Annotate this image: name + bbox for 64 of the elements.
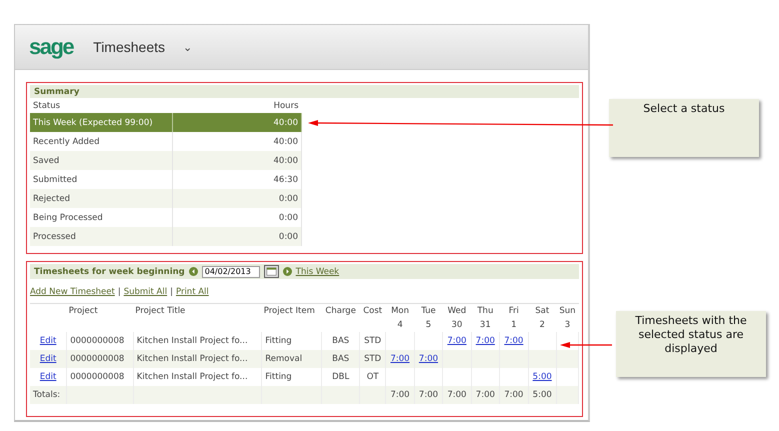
callout-text: Select a status xyxy=(643,102,725,116)
day-header: Sat xyxy=(528,304,556,318)
previous-icon[interactable] xyxy=(188,267,198,276)
column-header: Status xyxy=(30,98,172,113)
date-header: 4 xyxy=(386,318,414,332)
separator: | xyxy=(118,287,121,297)
column-header: Cost xyxy=(360,304,386,318)
callout-text: Timesheets with the selected status are displayed xyxy=(634,314,748,356)
hours-link[interactable]: 7:00 xyxy=(447,336,466,346)
hours-cell: 0:00 xyxy=(172,227,302,246)
action-link[interactable]: Print All xyxy=(176,287,209,297)
total-value: 7:00 xyxy=(390,390,410,400)
status-cell[interactable]: Saved xyxy=(30,151,172,170)
column-header: Project Title xyxy=(133,304,262,318)
column-header: Project xyxy=(66,304,134,318)
day-header: Thu xyxy=(471,304,500,318)
action-link[interactable]: Add New Timesheet xyxy=(30,287,115,297)
logo: sage xyxy=(29,34,74,60)
hours-cell: 0:00 xyxy=(172,189,302,208)
date-header: 31 xyxy=(471,318,500,332)
column-header: Charge xyxy=(322,304,360,318)
status-cell[interactable]: Processed xyxy=(30,227,172,246)
table-cell: Kitchen Install Project fo... xyxy=(133,350,262,368)
hours-link[interactable]: 5:00 xyxy=(532,372,552,382)
table-cell: STD xyxy=(360,350,386,368)
this-week-link[interactable]: This Week xyxy=(296,266,340,276)
hours-cell: 40:00 xyxy=(172,113,302,132)
day-header: Sun xyxy=(556,304,578,318)
calendar-icon[interactable] xyxy=(264,265,279,278)
hours-link[interactable]: 7:00 xyxy=(476,336,495,346)
next-icon[interactable] xyxy=(282,267,292,276)
table-cell: 0000000008 xyxy=(66,350,134,368)
date-header: 3 xyxy=(556,318,578,332)
day-header: Fri xyxy=(500,304,528,318)
separator: | xyxy=(170,287,173,297)
total-value: 7:00 xyxy=(504,390,524,400)
total-value: 7:00 xyxy=(418,390,438,400)
action-link[interactable]: Submit All xyxy=(124,287,168,297)
date-header: 1 xyxy=(500,318,528,332)
date-field[interactable]: 04/02/2013 xyxy=(202,266,260,278)
edit-link[interactable]: Edit xyxy=(40,372,56,382)
table-cell: BAS xyxy=(322,350,360,368)
hours-link[interactable]: 7:00 xyxy=(504,336,524,346)
day-header: Mon xyxy=(386,304,414,318)
status-cell[interactable]: Rejected xyxy=(30,189,172,208)
total-value: 5:00 xyxy=(532,390,552,400)
pointer-arrow xyxy=(560,341,612,349)
edit-link[interactable]: Edit xyxy=(40,336,56,346)
totals-label: Totals: xyxy=(30,386,67,404)
day-header: Wed xyxy=(442,304,472,318)
total-value: 7:00 xyxy=(476,390,495,400)
app-title: Timesheets xyxy=(93,39,165,55)
status-cell[interactable]: This Week (Expected 99:00) xyxy=(30,113,172,132)
day-header: Tue xyxy=(414,304,443,318)
section-title: Summary xyxy=(34,86,80,96)
column-header: Hours xyxy=(172,98,302,113)
table-cell: Removal xyxy=(262,350,322,368)
hours-cell: 40:00 xyxy=(172,151,302,170)
column-header: Project Item xyxy=(262,304,322,318)
date-header: 30 xyxy=(442,318,472,332)
date-header: 2 xyxy=(528,318,556,332)
section-title: Timesheets for week beginning xyxy=(34,266,185,276)
date-header: 5 xyxy=(414,318,443,332)
total-value: 7:00 xyxy=(447,390,466,400)
